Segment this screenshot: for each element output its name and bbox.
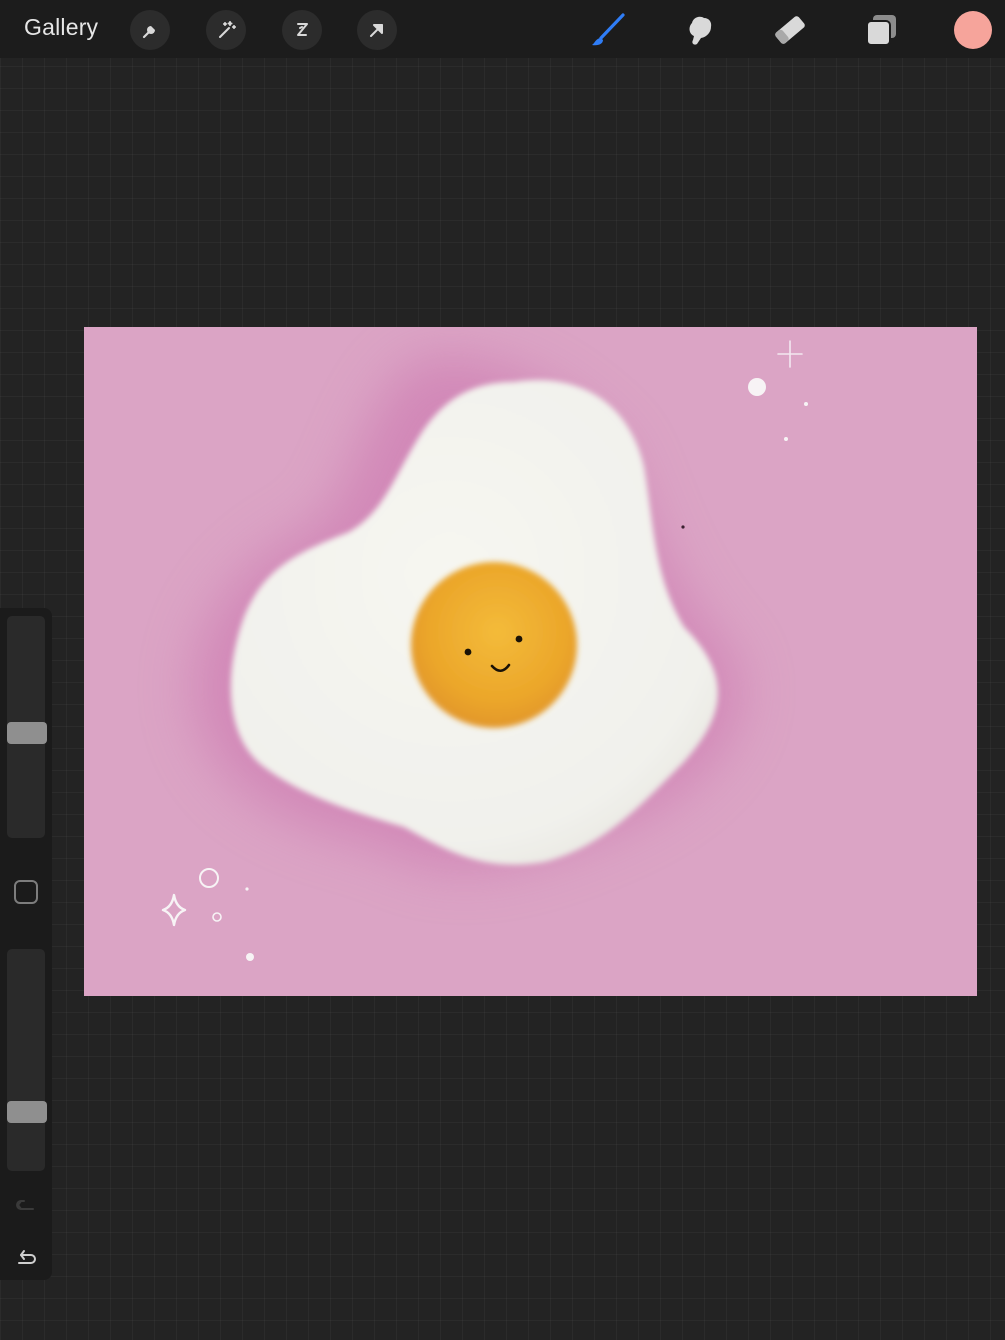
sparkle-dot-large (748, 378, 766, 396)
actions-button[interactable] (130, 10, 170, 50)
egg-yolk (411, 562, 577, 728)
sparkle-dot-bottom (246, 953, 254, 961)
opacity-slider[interactable] (7, 949, 45, 1171)
sparkle-ring-large (199, 868, 219, 888)
transform-arrow-icon (370, 24, 383, 37)
left-sidebar (0, 608, 52, 1280)
sparkle-star (161, 893, 187, 927)
sparkle-ring-small (212, 912, 222, 922)
opacity-slider-thumb[interactable] (7, 1101, 47, 1123)
eraser-tool[interactable] (768, 8, 812, 52)
drawing-canvas[interactable] (84, 327, 977, 996)
yolk-left-eye (464, 648, 472, 656)
sparkle-cross (777, 340, 803, 368)
adjustments-button[interactable] (206, 10, 246, 50)
sparkle-dot-tiny (784, 437, 788, 441)
top-toolbar: Gallery (0, 0, 1005, 58)
yolk-right-eye (515, 635, 523, 643)
eraser-icon (775, 16, 805, 44)
modify-button[interactable] (14, 880, 38, 904)
sparkle-dot-mini (245, 887, 249, 891)
smudge-icon (689, 16, 712, 45)
brush-size-slider-thumb[interactable] (7, 722, 47, 744)
layers-icon (866, 15, 896, 46)
layers-tool[interactable] (859, 8, 903, 52)
selection-icon (297, 23, 308, 36)
selection-button[interactable] (282, 10, 322, 50)
brush-tool[interactable] (586, 8, 630, 52)
transform-button[interactable] (357, 10, 397, 50)
stray-dot (681, 525, 685, 529)
brush-icon (592, 13, 625, 46)
undo-icon[interactable] (13, 1191, 39, 1217)
redo-icon[interactable] (13, 1243, 39, 1269)
wrench-icon (142, 26, 155, 39)
gallery-button[interactable]: Gallery (24, 14, 98, 41)
color-picker-button[interactable] (954, 11, 992, 49)
canvas-artwork (161, 340, 808, 961)
sparkle-dot-small (804, 402, 808, 406)
smudge-tool[interactable] (677, 8, 721, 52)
magic-wand-icon (219, 21, 236, 38)
